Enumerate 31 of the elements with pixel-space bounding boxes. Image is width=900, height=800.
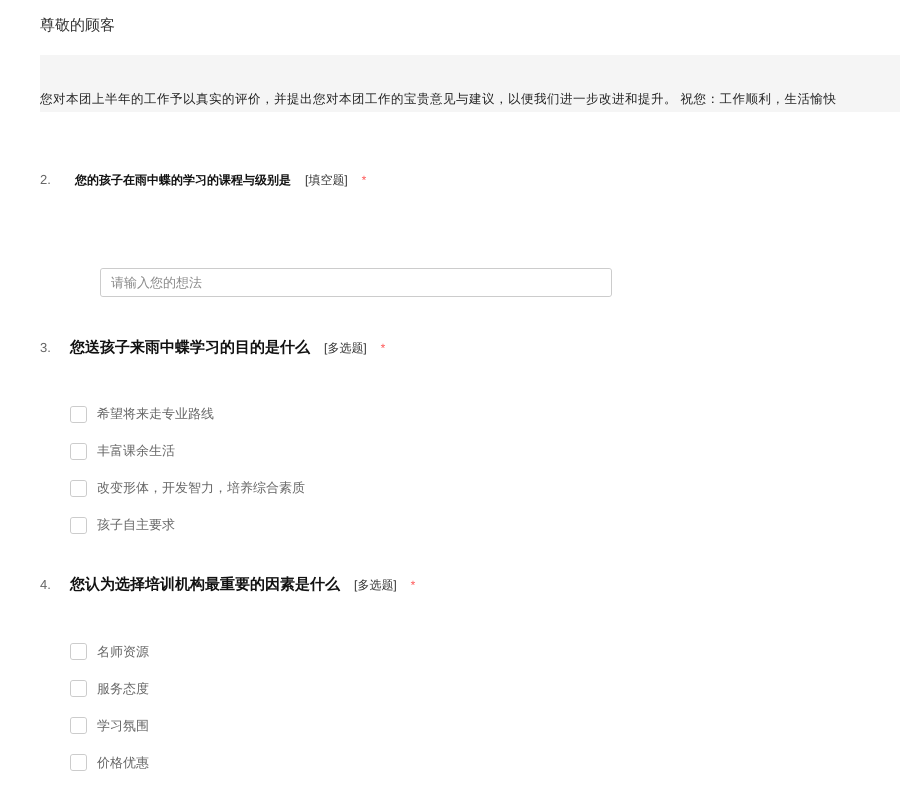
- required-mark: *: [410, 577, 416, 594]
- option-label: 学习氛围: [97, 716, 149, 734]
- option-label: 希望将来走专业路线: [97, 405, 214, 423]
- question-number: 2.: [40, 171, 52, 189]
- checkbox[interactable]: [70, 717, 87, 734]
- question-title: 您的孩子在雨中蝶的学习的课程与级别是: [75, 172, 291, 189]
- checkbox[interactable]: [70, 516, 87, 534]
- question-title: 您认为选择培训机构最重要的因素是什么: [70, 575, 340, 595]
- checkbox[interactable]: [70, 480, 87, 496]
- question-number: 3.: [40, 338, 52, 356]
- option-label: 名师资源: [97, 642, 149, 660]
- intro-text: 您对本团上半年的工作予以真实的评价，并提出您对本团工作的宝贵意见与建议，以便我们进一步改进和提升。 祝您：工作顺利，生活愉快: [40, 91, 836, 108]
- greeting: 尊敬的顾客: [40, 16, 116, 36]
- option-label: 服务态度: [97, 680, 149, 698]
- checkbox[interactable]: [70, 680, 87, 697]
- question-type: [多选题]: [324, 340, 367, 356]
- checkbox[interactable]: [70, 442, 87, 460]
- required-mark: *: [362, 172, 366, 189]
- checkbox[interactable]: [70, 754, 87, 771]
- option-label: 价格优惠: [97, 754, 149, 772]
- option-label: 改变形体，开发智力，培养综合素质: [97, 479, 305, 497]
- checkbox[interactable]: [70, 643, 87, 660]
- required-mark: *: [380, 340, 386, 356]
- option-label: 丰富课余生活: [97, 442, 175, 460]
- option-label: 孩子自主要求: [97, 516, 175, 534]
- answer-field[interactable]: 请输入您的想法: [100, 268, 612, 296]
- question-type: [多选题]: [354, 577, 397, 594]
- question-type: [填空题]: [305, 172, 348, 189]
- question-number: 4.: [40, 576, 52, 594]
- question-title: 您送孩子来雨中蝶学习的目的是什么: [70, 338, 310, 358]
- checkbox[interactable]: [70, 406, 87, 422]
